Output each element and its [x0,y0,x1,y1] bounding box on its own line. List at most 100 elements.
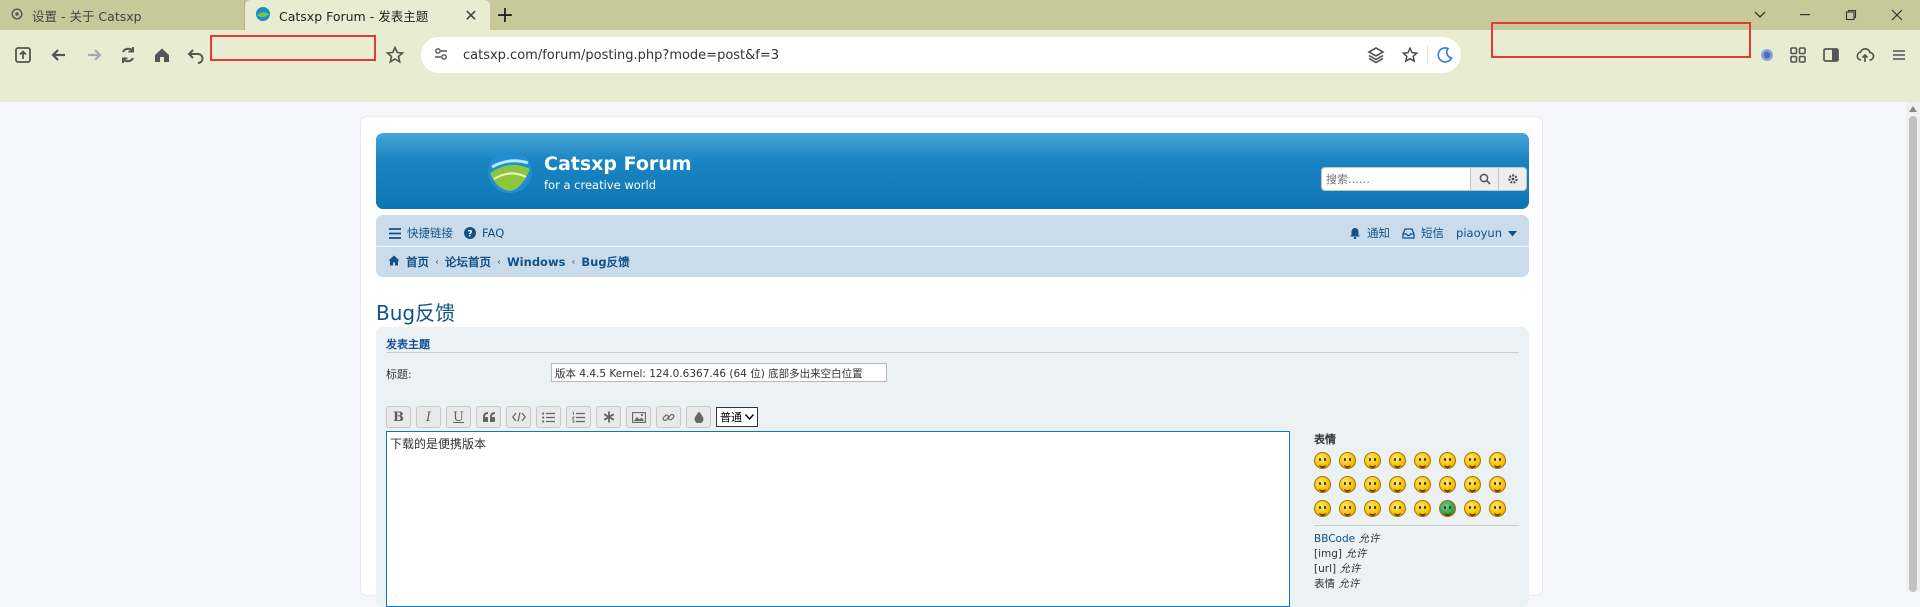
caret-down-icon[interactable] [1508,226,1517,240]
smiley-icon[interactable] [1389,476,1406,493]
breadcrumb-item[interactable]: 首页 [406,254,429,270]
image-icon [631,411,646,423]
layers-icon[interactable] [1359,46,1393,64]
font-size-select[interactable]: 普通 [716,407,758,427]
vertical-scrollbar[interactable] [1906,102,1920,592]
highlight-box-left [210,35,376,61]
smiley-icon[interactable] [1364,452,1381,469]
smiley-icon[interactable] [1364,476,1381,493]
username-link[interactable]: piaoyun [1456,226,1502,240]
notifications-link[interactable]: 通知 [1367,225,1390,241]
close-window-icon[interactable] [1874,0,1920,30]
smiley-icon[interactable] [1414,500,1431,517]
sidebar-panel-icon[interactable] [8,38,38,72]
smiley-icon[interactable] [1464,452,1481,469]
minimize-icon[interactable] [1782,0,1828,30]
smiley-icon[interactable] [1439,452,1456,469]
underline-button[interactable]: U [446,406,471,428]
smiley-icon[interactable] [1489,476,1506,493]
advanced-search-button[interactable] [1499,167,1527,191]
search-input[interactable] [1321,167,1471,191]
smiley-icon[interactable] [1389,500,1406,517]
smiley-icon[interactable] [1314,500,1331,517]
menu-icon[interactable] [1884,38,1914,72]
restore-icon[interactable] [1828,0,1874,30]
list-item-button[interactable] [596,406,621,428]
numbered-list-button[interactable] [566,406,591,428]
smiley-icon[interactable] [1464,476,1481,493]
tab-forum[interactable]: Catsxp Forum - 发表主题 ✕ [245,0,490,30]
smilies-panel: 表情 BBCode 允许 [img] 允许 [url] 允许 表情 允许 [1314,431,1519,592]
quote-button[interactable] [476,406,501,428]
back-icon[interactable] [44,38,74,72]
undo-close-tab-icon[interactable] [181,38,211,72]
scrollbar-thumb[interactable] [1909,116,1917,592]
list-button[interactable] [536,406,561,428]
inbox-icon [1402,227,1415,240]
smiley-icon[interactable] [1339,476,1356,493]
code-button[interactable] [506,406,531,428]
smiley-icon[interactable] [1489,452,1506,469]
link-button[interactable] [656,406,681,428]
faq-link[interactable]: FAQ [482,226,504,240]
list-icon [542,411,555,423]
bbcode-status-row: [img] 允许 [1314,547,1519,562]
smiley-icon[interactable] [1439,476,1456,493]
status-text: 允许 [1338,578,1360,590]
message-textarea[interactable]: 下载的是便携版本 [386,431,1290,607]
reload-icon[interactable] [113,38,143,72]
reader-sidebar-icon[interactable] [1816,38,1846,72]
smiley-icon[interactable] [1414,476,1431,493]
image-button[interactable] [626,406,651,428]
cloud-upload-icon[interactable] [1850,38,1880,72]
breadcrumb: 首页 ‹ 论坛首页 ‹ Windows ‹ Bug反馈 [388,253,630,271]
search-button[interactable] [1471,167,1499,191]
smiley-icon[interactable] [1464,500,1481,517]
color-button[interactable] [686,406,711,428]
smiley-icon[interactable] [1314,476,1331,493]
smiley-icon[interactable] [1314,452,1331,469]
extension-icon[interactable] [1752,38,1782,72]
smiley-icon[interactable] [1389,452,1406,469]
breadcrumb-item[interactable]: 论坛首页 [445,254,491,270]
search-icon [1479,173,1491,185]
smiley-icon[interactable] [1339,500,1356,517]
status-label: [url] [1314,563,1337,575]
subject-input[interactable]: 版本 4.4.5 Kernel: 124.0.6367.46 (64 位) 底部… [551,363,887,382]
smiley-icon[interactable] [1364,500,1381,517]
scroll-up-arrow-icon[interactable] [1909,106,1917,112]
italic-button[interactable]: I [416,406,441,428]
home-icon[interactable] [147,38,177,72]
bookmark-add-icon[interactable] [380,38,410,72]
breadcrumb-item[interactable]: Windows [507,255,565,269]
site-logo[interactable] [486,149,534,195]
messages-link[interactable]: 短信 [1421,225,1444,241]
status-text: 允许 [1339,563,1361,575]
star-icon[interactable] [1393,46,1427,64]
apps-grid-icon[interactable] [1783,38,1813,72]
page-title[interactable]: Bug反馈 [376,297,455,326]
smiley-icon[interactable] [1339,452,1356,469]
quick-links-link[interactable]: 快捷链接 [407,225,453,241]
new-tab-button[interactable]: + [490,0,520,30]
tab-settings[interactable]: 设置 - 关于 Catsxp [0,0,245,30]
smiley-icon[interactable] [1489,500,1506,517]
bbcode-help-link[interactable]: BBCode [1314,533,1355,545]
site-title[interactable]: Catsxp Forum [544,153,692,175]
panel-title: 发表主题 [386,338,430,351]
smiley-icon[interactable] [1439,500,1456,517]
bold-button[interactable]: B [386,406,411,428]
url-text[interactable]: catsxp.com/forum/posting.php?mode=post&f… [463,48,1359,63]
breadcrumb-item[interactable]: Bug反馈 [581,254,629,270]
forward-icon[interactable] [79,38,109,72]
bbcode-status-list: BBCode 允许 [img] 允许 [url] 允许 表情 允许 [1314,532,1519,592]
close-tab-icon[interactable]: ✕ [462,6,480,25]
dark-mode-icon[interactable] [1427,46,1461,64]
chevron-left-icon: ‹ [435,256,439,268]
browser-toolbar: catsxp.com/forum/posting.php?mode=post&f… [0,22,1920,102]
address-bar[interactable]: catsxp.com/forum/posting.php?mode=post&f… [421,37,1461,73]
quote-icon [482,412,495,422]
site-description: for a creative world [544,178,656,192]
site-settings-icon[interactable] [433,46,455,65]
smiley-icon[interactable] [1414,452,1431,469]
